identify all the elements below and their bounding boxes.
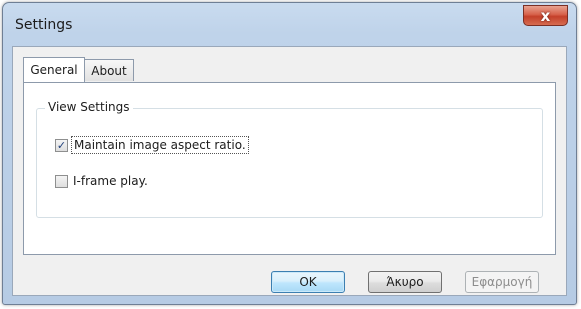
settings-dialog: Settings x General About View Settings ✓…	[2, 2, 577, 305]
view-settings-group: View Settings ✓ Maintain image aspect ra…	[36, 100, 543, 218]
iframe-play-option[interactable]: I-frame play.	[55, 173, 150, 189]
check-icon: ✓	[56, 138, 67, 152]
ok-button[interactable]: OK	[271, 271, 345, 293]
dialog-body: General About View Settings ✓ Maintain i…	[12, 46, 567, 296]
tab-about[interactable]: About	[84, 59, 134, 81]
window-title: Settings	[15, 17, 73, 33]
maintain-aspect-ratio-checkbox[interactable]: ✓	[55, 138, 68, 152]
tab-panel-general: View Settings ✓ Maintain image aspect ra…	[23, 82, 556, 255]
close-button[interactable]: x	[523, 5, 568, 26]
view-settings-legend: View Settings	[45, 100, 133, 114]
title-bar[interactable]: Settings x	[3, 3, 576, 45]
cancel-button[interactable]: Άκυρο	[368, 271, 442, 293]
apply-button[interactable]: Εφαρμογή	[465, 271, 539, 293]
maintain-aspect-ratio-option[interactable]: ✓ Maintain image aspect ratio.	[55, 136, 249, 154]
tab-general[interactable]: General	[23, 57, 85, 82]
iframe-play-label[interactable]: I-frame play.	[71, 173, 150, 189]
close-icon: x	[540, 6, 551, 25]
maintain-aspect-ratio-label[interactable]: Maintain image aspect ratio.	[71, 136, 249, 154]
iframe-play-checkbox[interactable]	[55, 174, 68, 188]
